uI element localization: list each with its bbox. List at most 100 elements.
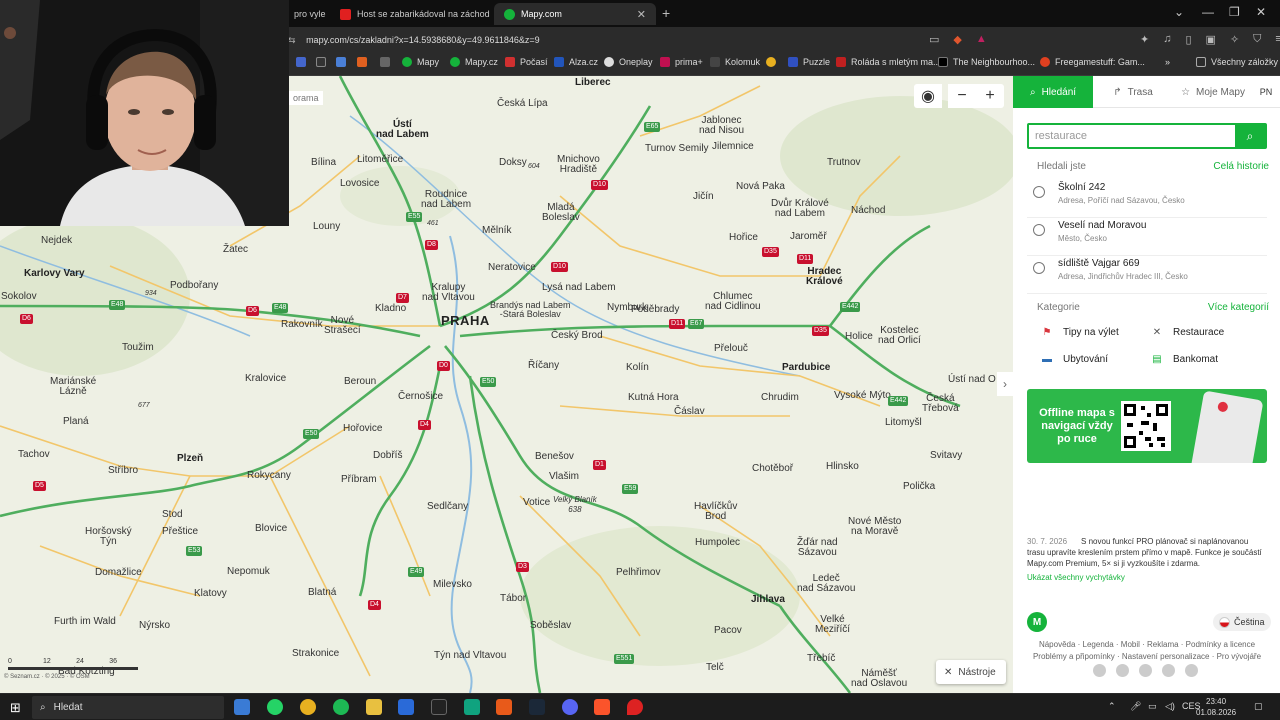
bookmark-oneplay[interactable]: Oneplay (604, 57, 653, 67)
history-item[interactable]: Školní 242 Adresa, Poříčí nad Sázavou, Č… (1027, 182, 1267, 218)
bookmark-icon-only[interactable] (296, 57, 311, 67)
map-label[interactable]: Pelhřimov (616, 568, 660, 578)
map-label[interactable]: Nové Strašecí (324, 316, 361, 336)
mapy-logo[interactable]: M (1027, 612, 1047, 632)
map-label[interactable]: Žatec (223, 245, 248, 255)
map-label[interactable]: Pacov (714, 626, 742, 636)
user-avatar[interactable]: PN (1256, 82, 1276, 102)
map-label[interactable]: Nové Město na Moravě (848, 517, 901, 537)
browser-tab-active[interactable]: Mapy.com ✕ (494, 3, 656, 25)
map-label[interactable]: Milevsko (433, 580, 472, 590)
blender-icon[interactable] (496, 699, 512, 715)
map-label[interactable]: Vlašim (549, 472, 579, 482)
new-tab-button[interactable]: + (662, 5, 670, 21)
map-label[interactable]: Jičín (693, 192, 714, 202)
bookmark-kolomuk[interactable]: Kolomuk (710, 57, 760, 67)
vscode-icon[interactable] (398, 699, 414, 715)
bookmark-puzzle[interactable]: Puzzle (788, 57, 830, 67)
map-label[interactable]: Tachov (18, 450, 50, 460)
map-label[interactable]: Nová Paka (736, 182, 785, 192)
history-item[interactable]: sídliště Vajgar 669 Adresa, Jindřichův H… (1027, 258, 1267, 294)
bookmark-freegamestuff[interactable]: Freegamestuff: Gam... (1040, 57, 1145, 67)
map-label[interactable]: Chotěboř (752, 464, 793, 474)
map-label[interactable]: Velké Meziříčí (815, 615, 850, 635)
tab-route[interactable]: ↱ Trasa (1093, 76, 1173, 108)
map-label-jihlava[interactable]: Jihlava (751, 595, 785, 605)
map-label[interactable]: Sedlčany (427, 502, 468, 512)
bookmark-alza[interactable]: Alza.cz (554, 57, 598, 67)
map-label[interactable]: Klatovy (194, 589, 227, 599)
x-icon[interactable] (1116, 664, 1129, 677)
map-label[interactable]: Kralupy nad Vltavou (422, 283, 475, 303)
map-label[interactable]: Kostelec nad Orlicí (878, 326, 921, 346)
map-label[interactable]: Chrudim (761, 393, 799, 403)
capcut-icon[interactable] (431, 699, 447, 715)
map-label[interactable]: Blovice (255, 524, 287, 534)
map-label[interactable]: Litomyšl (885, 418, 922, 428)
show-all-features-link[interactable]: Ukázat všechny vychytávky (1027, 573, 1125, 582)
close-window-icon[interactable]: ✕ (1256, 5, 1266, 19)
menu-icon[interactable]: ≡ (1275, 33, 1280, 46)
collapse-panel-button[interactable]: › (997, 372, 1013, 396)
brave-icon[interactable] (594, 699, 610, 715)
taskbar-clock[interactable]: 23:40 01.08.2026 (1196, 696, 1236, 718)
map-label[interactable]: Rakovník (281, 320, 323, 330)
map-label[interactable]: Nýrsko (139, 621, 170, 631)
map-label[interactable]: Přelouč (714, 344, 748, 354)
map-label[interactable]: Stříbro (108, 466, 138, 476)
map-label[interactable]: Votice (523, 498, 550, 508)
map-label-plzen[interactable]: Plzeň (177, 454, 203, 464)
discord-icon[interactable] (562, 699, 578, 715)
windows-start-icon[interactable]: ⊞ (10, 700, 21, 716)
map-label[interactable]: Nepomuk (227, 567, 270, 577)
map-label[interactable]: Blatná (308, 588, 336, 598)
map-label[interactable]: Kolín (626, 363, 649, 373)
map-label[interactable]: Lysá nad Labem (542, 283, 616, 293)
map-label[interactable]: Mnichovo Hradiště (557, 155, 600, 175)
map-label[interactable]: Náměšť nad Oslavou (851, 669, 907, 689)
brave-shield-icon[interactable]: ◆ (953, 33, 961, 46)
extensions-icon[interactable]: ✦ (1140, 33, 1149, 46)
vpn-icon[interactable]: ⛉ (1253, 33, 1261, 46)
notifications-icon[interactable]: ▢ (1254, 701, 1263, 712)
volume-icon[interactable]: ◁) (1165, 701, 1175, 712)
panorama-tab[interactable]: orama (289, 91, 323, 105)
network-icon[interactable]: ▭ (1148, 701, 1157, 712)
map-label[interactable]: Benešov (535, 452, 574, 462)
map-label[interactable]: Kladno (375, 304, 406, 314)
language-selector[interactable]: Čeština (1213, 613, 1271, 631)
map-label[interactable]: Vysoké Mýto (834, 391, 891, 401)
map-label[interactable]: Říčany (528, 361, 559, 371)
close-tab-icon[interactable]: ✕ (637, 8, 646, 21)
map-label[interactable]: Chlumec nad Cidlinou (705, 292, 761, 312)
bookmark-pocasi[interactable]: Počasí (505, 57, 548, 67)
spotify-icon[interactable] (333, 699, 349, 715)
footer-links[interactable]: Problémy a připomínky · Nastavení person… (1027, 652, 1267, 661)
brave-rewards-icon[interactable]: ▲ (976, 33, 987, 46)
map-label-karlovy-vary[interactable]: Karlovy Vary (24, 269, 85, 279)
pin-app-icon[interactable] (627, 699, 643, 715)
bookmark-rolada[interactable]: Roláda s mletým ma... (836, 57, 941, 67)
chrome-icon[interactable] (300, 699, 316, 715)
map-label[interactable]: Ústí nad O (948, 375, 996, 385)
map-label[interactable]: Toužim (122, 343, 154, 353)
bookmark-icon-only[interactable] (316, 57, 331, 67)
map-label[interactable]: Ledeč nad Sázavou (797, 574, 855, 594)
wallet-icon[interactable]: ▣ (1206, 33, 1216, 46)
instagram-icon[interactable] (1139, 664, 1152, 677)
bookmark-icon-only[interactable] (380, 57, 395, 67)
map-label[interactable]: Týn nad Vltavou (434, 651, 506, 661)
sidebar-icon[interactable]: ▯ (1185, 33, 1191, 46)
map-label[interactable]: Domažlice (95, 568, 142, 578)
map-label[interactable]: Holice (845, 332, 873, 342)
map-label[interactable]: Hořice (729, 233, 758, 243)
map-label[interactable]: Mariánské Lázně (50, 377, 96, 397)
map-label[interactable]: Strakonice (292, 649, 339, 659)
map-label[interactable]: Trutnov (827, 158, 861, 168)
map-label[interactable]: Příbram (341, 475, 377, 485)
map-label[interactable]: Nejdek (41, 236, 72, 246)
map-label[interactable]: Kutná Hora (628, 393, 679, 403)
map-label[interactable]: Dobříš (373, 451, 402, 461)
map-copyright[interactable]: © Seznam.cz · © 2025 · © OSM (4, 674, 90, 680)
zoom-out-button[interactable]: − (948, 84, 976, 108)
